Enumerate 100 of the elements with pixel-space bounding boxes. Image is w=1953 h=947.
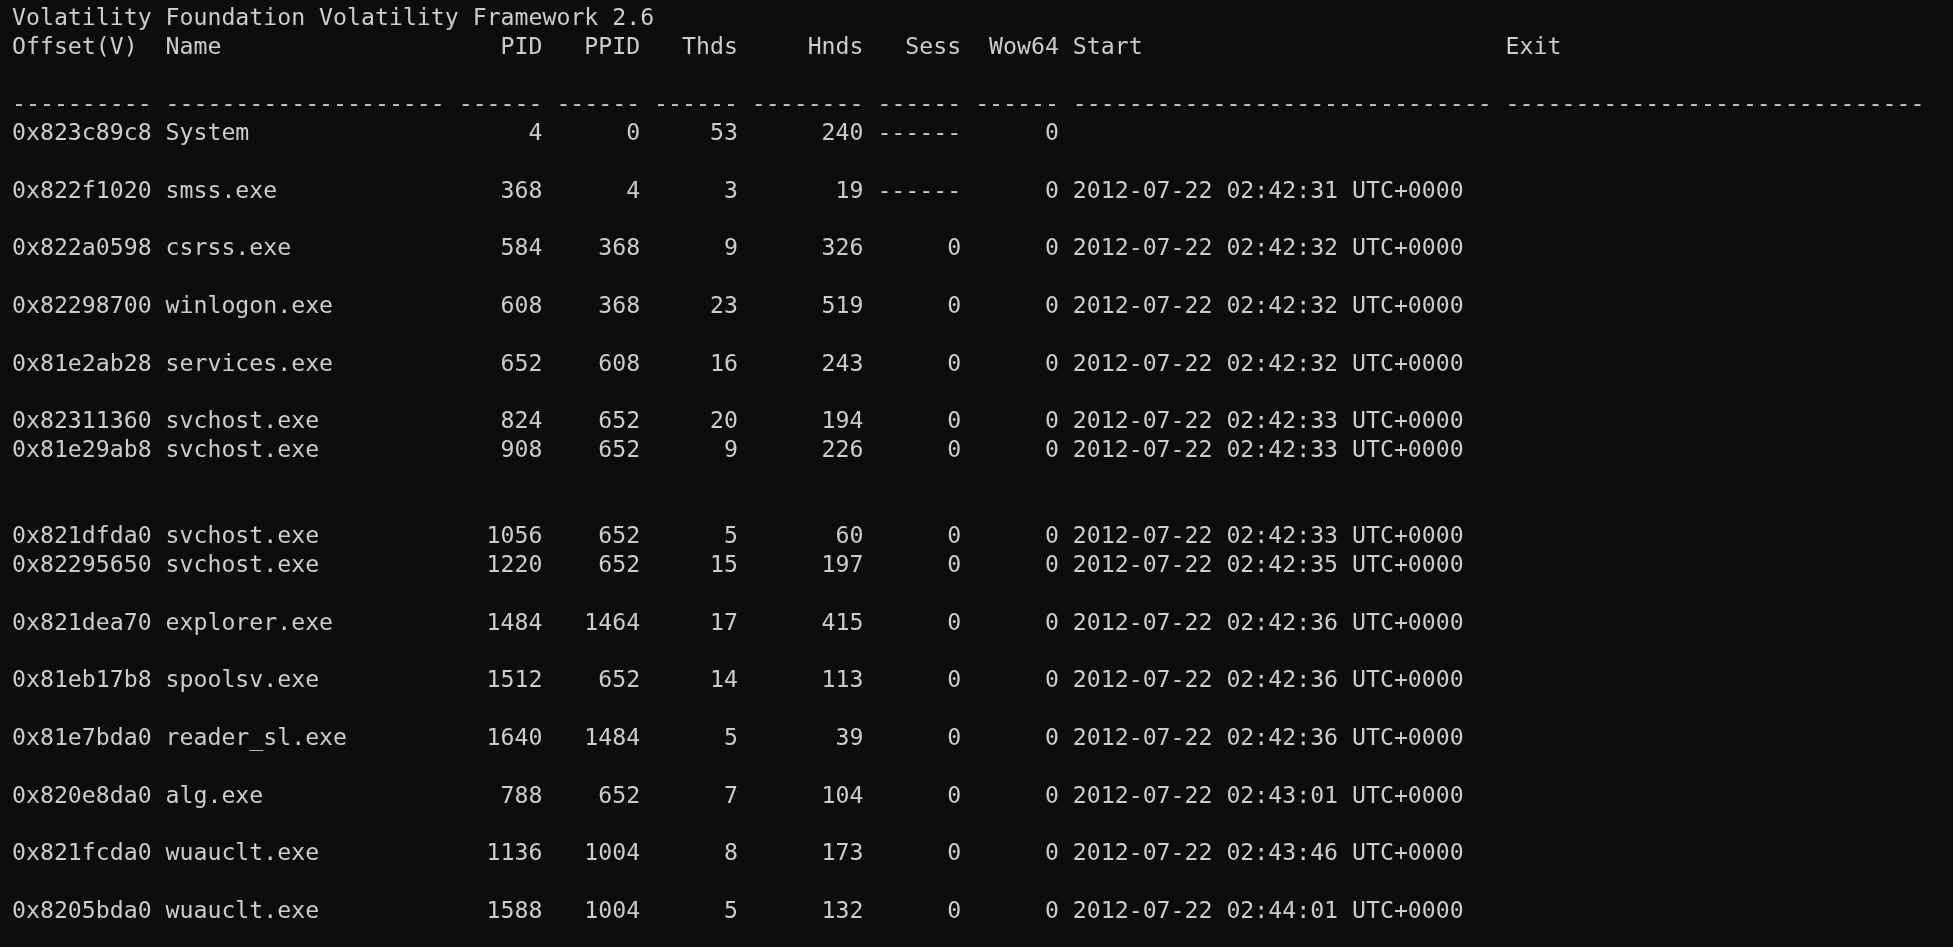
table-cell: 0 [1044,406,1059,435]
table-cell: 9 [723,233,738,263]
table-cell: 17 [709,607,738,637]
table-cell: 0 [1044,290,1059,320]
table-cell: 0 [947,665,962,695]
table-cell: 415 [821,607,864,637]
table-cell: 652 [500,348,543,378]
table-cell: 0x81e29ab8 [12,434,152,464]
table-cell: 0 [947,348,962,378]
table-cell: 0 [1044,348,1059,378]
table-cell: 15 [709,550,738,579]
table-cell: 2012-07-22 02:42:32 UTC+0000 [1072,233,1464,263]
table-cell: 0x82295650 [12,550,152,579]
table-cell: 0 [1044,722,1059,752]
table-cell: 519 [821,290,864,320]
table-cell: 1512 [486,665,543,695]
table-cell: 0 [947,838,962,867]
header-underline: ------ [556,89,641,119]
table-cell: 19 [835,175,864,205]
header-underline: -------------------- [165,89,445,119]
table-cell: 4 [528,118,543,147]
table-cell: 1136 [486,838,543,867]
table-cell: winlogon.exe [165,290,334,320]
column-header: Sess [905,31,962,61]
table-cell: 0 [947,780,962,810]
table-cell: 0x822a0598 [12,233,152,263]
table-cell: 1220 [486,550,543,579]
table-cell: explorer.exe [165,607,334,637]
table-cell: 0 [947,406,962,435]
table-cell: 0 [947,233,962,263]
table-cell: 0 [947,550,962,579]
table-cell: 2012-07-22 02:43:46 UTC+0000 [1072,838,1464,867]
table-cell: 2012-07-22 02:42:36 UTC+0000 [1072,722,1464,752]
table-cell: 132 [821,895,864,925]
table-cell: 652 [598,665,641,695]
table-cell: 0 [1044,838,1059,867]
table-cell: 1464 [584,607,641,637]
table-cell: 7 [723,780,738,810]
table-cell: 908 [500,434,543,464]
table-cell: 0 [1044,175,1059,205]
table-cell: 9 [723,434,738,464]
table-cell: 23 [709,290,738,320]
table-cell: 0x81eb17b8 [12,665,152,695]
table-cell: 240 [821,118,864,147]
header-underline: ---------- [12,89,152,119]
table-cell: 1588 [486,895,543,925]
table-cell: 368 [598,233,641,263]
table-cell: 1004 [584,838,641,867]
table-cell: 0 [1044,521,1059,551]
table-cell: 368 [500,175,543,205]
column-header: PPID [584,31,641,61]
table-cell: services.exe [165,348,334,378]
table-cell: spoolsv.exe [165,665,320,695]
table-cell: ------ [877,118,962,147]
table-cell: 608 [500,290,543,320]
table-cell: 2012-07-22 02:42:33 UTC+0000 [1072,521,1464,551]
table-cell: 0x8205bda0 [12,895,152,925]
table-cell: 1004 [584,895,641,925]
table-cell: 104 [821,780,864,810]
column-header: Hnds [807,31,864,61]
column-header: Start [1072,31,1143,61]
table-cell: 2012-07-22 02:43:01 UTC+0000 [1072,780,1464,810]
banner-text: Volatility Foundation Volatility Framework 2.6 [12,3,655,30]
table-cell: 652 [598,434,641,464]
table-cell: 0x821dfda0 [12,521,152,551]
table-cell: 20 [709,406,738,435]
table-cell: 652 [598,780,641,810]
table-cell: 3 [723,175,738,205]
table-cell: 0x821fcda0 [12,838,152,867]
table-cell: 0 [1044,434,1059,464]
table-cell: 2012-07-22 02:44:01 UTC+0000 [1072,895,1464,925]
table-cell: ------ [877,175,962,205]
table-cell: 0 [1044,233,1059,263]
table-cell: svchost.exe [165,550,320,579]
table-cell: 2012-07-22 02:42:36 UTC+0000 [1072,665,1464,695]
table-cell: 0x822f1020 [12,175,152,205]
header-underline: ------ [458,89,543,119]
table-cell: 0 [1044,607,1059,637]
table-cell: 14 [709,665,738,695]
table-cell: 0 [947,521,962,551]
table-cell: 2012-07-22 02:42:33 UTC+0000 [1072,434,1464,464]
table-cell: 0 [1044,895,1059,925]
table-cell: 0x82311360 [12,406,152,435]
table-cell: 243 [821,348,864,378]
table-cell: 60 [835,521,864,551]
table-cell: 5 [723,521,738,551]
header-underline: ------ [975,89,1059,119]
table-cell: 0x820e8da0 [12,780,152,810]
table-cell: 2012-07-22 02:42:31 UTC+0000 [1072,175,1464,205]
column-header: Wow64 [989,31,1059,61]
table-cell: 368 [598,290,641,320]
table-cell: 226 [821,434,864,464]
table-cell: 0 [1044,118,1059,147]
table-cell: 652 [598,550,641,579]
table-cell: 194 [821,406,864,435]
table-cell: csrss.exe [165,233,292,263]
table-cell: 113 [821,665,864,695]
column-header: Name [165,31,222,61]
table-cell: 173 [821,838,864,867]
table-cell: svchost.exe [165,406,320,435]
